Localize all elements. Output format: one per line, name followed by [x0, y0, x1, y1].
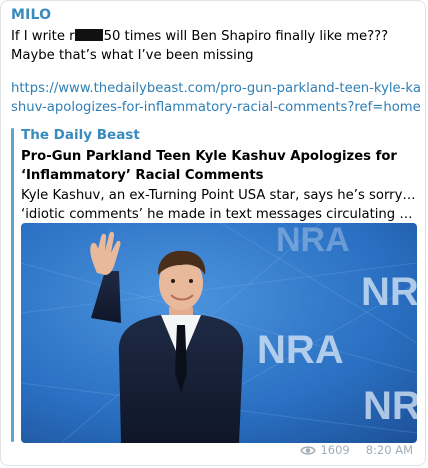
nra-logo-4: NRA — [363, 384, 417, 428]
preview-description: Kyle Kashuv, an ex-Turning Point USA sta… — [21, 186, 417, 224]
redaction-bar — [74, 29, 103, 41]
article-link[interactable]: https://www.thedailybeast.com/pro-gun-pa… — [11, 79, 421, 117]
message-time: 8:20 AM — [365, 443, 413, 457]
link-preview[interactable]: The Daily Beast Pro-Gun Parkland Teen Ky… — [11, 126, 419, 446]
sender-name[interactable]: MILO — [11, 7, 51, 23]
view-count: 1609 — [320, 443, 350, 457]
nra-logo-3: NRA — [257, 328, 344, 372]
eye-icon — [300, 445, 317, 455]
preview-site-name: The Daily Beast — [21, 127, 140, 143]
message-text-start: If I write r — [11, 29, 75, 44]
preview-accent-bar — [11, 128, 14, 442]
message-meta: 1609 8:20 AM — [300, 443, 413, 457]
preview-photo: NRA NRA NRA NRA — [21, 223, 417, 443]
nra-logo-2: NRA — [361, 270, 417, 314]
preview-description-line-2: ‘idiotic comments’ he made in text messa… — [21, 207, 417, 222]
preview-image[interactable]: NRA NRA NRA NRA — [21, 223, 417, 443]
preview-title: Pro-Gun Parkland Teen Kyle Kashuv Apolog… — [21, 149, 397, 183]
message-text: If I write r 50 times will Ben Shapiro fi… — [11, 27, 419, 65]
preview-description-line-1: Kyle Kashuv, an ex-Turning Point USA sta… — [21, 188, 417, 203]
nra-logo-1: NRA — [276, 223, 350, 259]
message-bubble: MILO If I write r 50 times will Ben Shapi… — [0, 0, 426, 466]
